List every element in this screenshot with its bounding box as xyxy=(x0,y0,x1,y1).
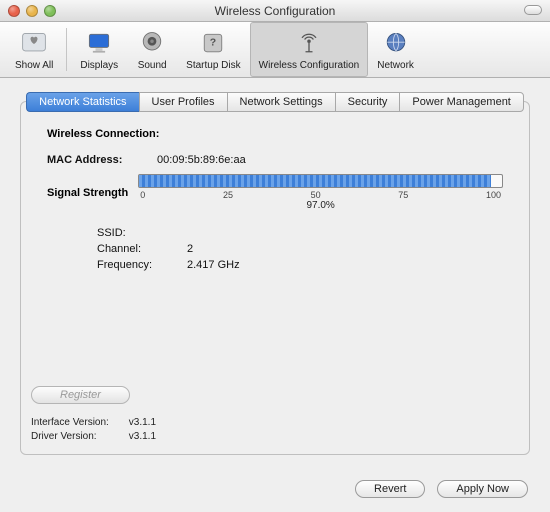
interface-version-label: Interface Version: xyxy=(31,416,126,430)
tab-security[interactable]: Security xyxy=(335,92,400,112)
section-heading: Wireless Connection: xyxy=(47,128,503,140)
signal-strength-label: Signal Strength xyxy=(47,187,128,199)
toolbar-label: Startup Disk xyxy=(186,60,240,71)
minimize-icon[interactable] xyxy=(26,5,38,17)
toolbar: Show All Displays Sound ? Startup Disk W… xyxy=(0,22,550,78)
tab-network-statistics[interactable]: Network Statistics xyxy=(26,92,138,112)
toolbar-label: Wireless Configuration xyxy=(259,60,360,71)
toolbar-wireless-config[interactable]: Wireless Configuration xyxy=(250,22,369,77)
zoom-icon[interactable] xyxy=(44,5,56,17)
content-area: Network Statistics User Profiles Network… xyxy=(0,78,550,512)
toolbar-toggle-icon[interactable] xyxy=(524,5,542,15)
channel-label: Channel: xyxy=(97,243,187,255)
apple-logo-icon xyxy=(18,28,50,58)
channel-value: 2 xyxy=(187,243,193,255)
signal-strength-bar xyxy=(138,174,503,188)
tick-75: 75 xyxy=(398,190,408,200)
signal-strength-percent: 97.0% xyxy=(138,200,503,211)
tick-100: 100 xyxy=(486,190,501,200)
mac-address-label: MAC Address: xyxy=(47,154,157,166)
toolbar-label: Displays xyxy=(80,60,118,71)
frequency-label: Frequency: xyxy=(97,259,187,271)
globe-icon xyxy=(380,28,412,58)
toolbar-separator xyxy=(66,28,67,71)
register-button[interactable]: Register xyxy=(31,386,130,404)
connection-details: SSID: Channel: 2 Frequency: 2.417 GHz xyxy=(97,227,503,271)
statistics-pane: Wireless Connection: MAC Address: 00:09:… xyxy=(20,101,530,455)
antenna-icon xyxy=(293,28,325,58)
disk-icon: ? xyxy=(197,28,229,58)
driver-version-value: v3.1.1 xyxy=(129,431,156,442)
toolbar-network[interactable]: Network xyxy=(368,22,423,77)
titlebar: Wireless Configuration xyxy=(0,0,550,22)
toolbar-sound[interactable]: Sound xyxy=(127,22,177,77)
signal-ticks: 0 25 50 75 100 xyxy=(138,190,503,200)
toolbar-displays[interactable]: Displays xyxy=(71,22,127,77)
driver-version-label: Driver Version: xyxy=(31,430,126,444)
window-title: Wireless Configuration xyxy=(0,4,550,18)
toolbar-label: Network xyxy=(377,60,414,71)
tab-bar: Network Statistics User Profiles Network… xyxy=(20,92,530,112)
tick-0: 0 xyxy=(140,190,145,200)
apply-now-button[interactable]: Apply Now xyxy=(437,480,528,498)
tick-25: 25 xyxy=(223,190,233,200)
signal-strength-row: Signal Strength 0 25 50 75 100 97.0% xyxy=(47,174,503,211)
version-block: Interface Version: v3.1.1 Driver Version… xyxy=(31,416,156,444)
speaker-icon xyxy=(136,28,168,58)
toolbar-label: Sound xyxy=(138,60,167,71)
toolbar-show-all[interactable]: Show All xyxy=(6,22,62,77)
signal-strength-fill xyxy=(139,175,491,187)
toolbar-label: Show All xyxy=(15,60,53,71)
tab-user-profiles[interactable]: User Profiles xyxy=(139,92,227,112)
svg-text:?: ? xyxy=(210,37,216,49)
display-icon xyxy=(83,28,115,58)
tab-power-management[interactable]: Power Management xyxy=(399,92,523,112)
window-controls xyxy=(0,5,56,17)
revert-button[interactable]: Revert xyxy=(355,480,425,498)
mac-address-row: MAC Address: 00:09:5b:89:6e:aa xyxy=(47,154,503,166)
frequency-value: 2.417 GHz xyxy=(187,259,240,271)
toolbar-startup-disk[interactable]: ? Startup Disk xyxy=(177,22,249,77)
mac-address-value: 00:09:5b:89:6e:aa xyxy=(157,154,246,166)
close-icon[interactable] xyxy=(8,5,20,17)
bottom-button-row: Revert Apply Now xyxy=(355,480,528,498)
ssid-label: SSID: xyxy=(97,227,187,239)
interface-version-value: v3.1.1 xyxy=(129,417,156,428)
tab-network-settings[interactable]: Network Settings xyxy=(227,92,335,112)
tick-50: 50 xyxy=(311,190,321,200)
